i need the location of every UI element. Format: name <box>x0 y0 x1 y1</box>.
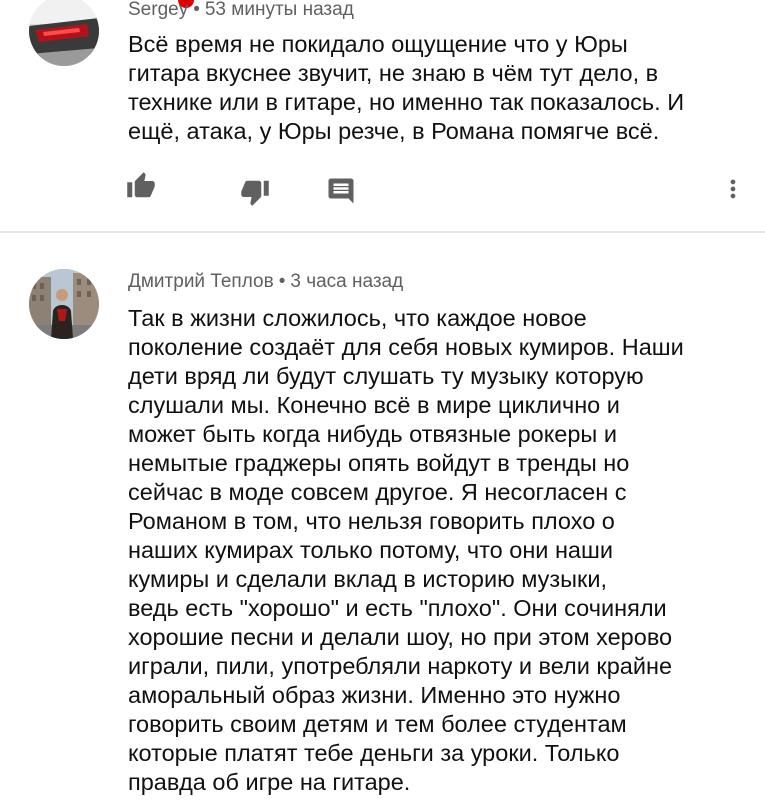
more-options-button[interactable] <box>719 174 747 206</box>
avatar[interactable] <box>29 269 99 339</box>
comment-time[interactable]: 53 минуты назад <box>205 0 354 20</box>
comment-line: Так в жизни сложилось, что каждое новое <box>128 305 587 331</box>
comment-line: гитара вкуснее звучит, не знаю в чём тут… <box>128 60 659 86</box>
comment-line: технике или в гитаре, но именно так пока… <box>128 89 685 115</box>
meta-separator: • <box>193 0 200 20</box>
more-vert-icon <box>730 179 736 199</box>
comment-line: ведь есть "хорошо" и есть "плохо". Они с… <box>128 595 667 621</box>
comment-line: немытые граджеры опять войдут в тренды н… <box>128 450 630 476</box>
comment-line: говорить своим детям и тем более студент… <box>128 711 627 737</box>
comment-author[interactable]: Дмитрий Теплов <box>128 271 274 292</box>
comment-line: наших кумирах только потому, что они наш… <box>128 537 613 563</box>
comment-line: аморальный образ жизни. Именно это нужно <box>128 682 621 708</box>
comment-time[interactable]: 3 часа назад <box>290 271 403 292</box>
comment-line: сейчас в моде совсем другое. Я несогласе… <box>128 479 627 505</box>
thumb-up-icon <box>127 172 155 198</box>
thumb-down-icon <box>241 180 269 206</box>
comment-text: Всё время не покидало ощущение что у Юры… <box>128 30 748 146</box>
comment-line: которые платят тебе деньги за уроки. Тол… <box>128 740 620 766</box>
comment-line: кумиры и сделали вклад в историю музыки, <box>128 566 607 592</box>
comment-line: Романом в том, что нельзя говорить плохо… <box>128 508 615 534</box>
comment-meta: Sergey • 53 минуты назад <box>128 0 354 21</box>
comment-line: слушали мы. Конечно всё в мире циклично … <box>128 392 620 418</box>
comment-line: может быть когда нибудь отвязные рокеры … <box>128 421 617 447</box>
comment-line: дети вряд ли будут слушать ту музыку кот… <box>128 363 644 389</box>
meta-separator: • <box>278 271 286 292</box>
dislike-button[interactable] <box>240 177 272 209</box>
avatar[interactable] <box>29 0 99 66</box>
comment-line: правда об игре на гитаре. <box>128 769 411 795</box>
comment-line: поколение создаёт для себя новых кумиров… <box>128 334 684 360</box>
reply-button[interactable] <box>326 176 358 208</box>
comment-text: Так в жизни сложилось, что каждое новое … <box>128 304 748 797</box>
comment-meta: Дмитрий Теплов • 3 часа назад <box>128 271 403 293</box>
comment-author[interactable]: Sergey <box>128 0 188 20</box>
comment-reply-icon <box>328 178 354 204</box>
comment-line: ещё, атака, у Юры резче, в Романа помягч… <box>128 118 660 144</box>
avatar-person-image <box>29 269 99 339</box>
like-button[interactable] <box>126 171 158 203</box>
comment-line: Всё время не покидало ощущение что у Юры <box>128 31 628 57</box>
comment-line: хорошие песни и делали шоу, но при этом … <box>128 624 673 650</box>
comment-divider <box>0 231 765 233</box>
comment-line: играли, пили, употребляли наркоту и вели… <box>128 653 673 679</box>
avatar-car-image <box>29 0 99 66</box>
